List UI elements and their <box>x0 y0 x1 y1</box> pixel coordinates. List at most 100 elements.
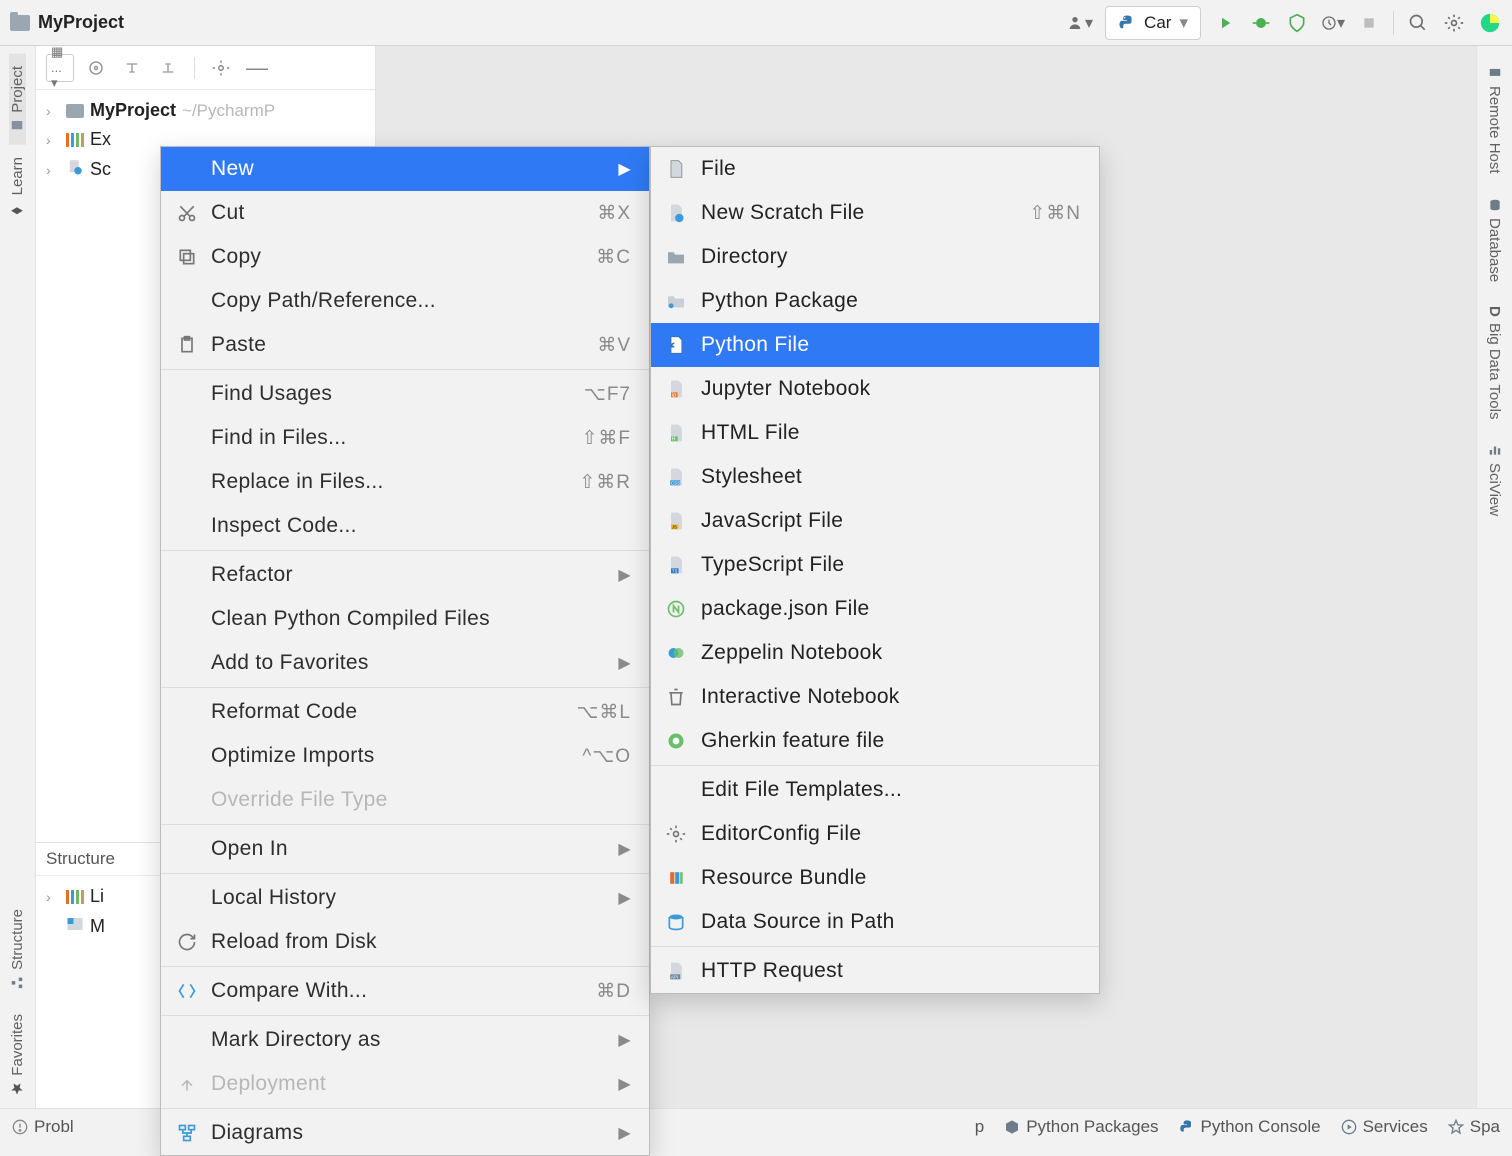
shortcut: ⌥F7 <box>584 383 631 406</box>
sub-item[interactable]: New Scratch File⇧⌘N <box>651 191 1099 235</box>
target-icon[interactable] <box>82 54 110 82</box>
ctx-item[interactable]: Mark Directory as▶ <box>161 1018 649 1062</box>
expand-icon[interactable] <box>118 54 146 82</box>
sub-item[interactable]: Data Source in Path <box>651 900 1099 944</box>
ctx-item[interactable]: Diagrams▶ <box>161 1111 649 1155</box>
shortcut: ⌘D <box>596 980 631 1003</box>
sub-item[interactable]: HHTML File <box>651 411 1099 455</box>
sub-item[interactable]: package.json File <box>651 587 1099 631</box>
profile-icon[interactable]: ▾ <box>1321 11 1345 35</box>
status-problems[interactable]: Probl <box>12 1117 74 1137</box>
ctx-item[interactable]: Reformat Code⌥⌘L <box>161 690 649 734</box>
ctx-item-label: Copy <box>211 245 261 269</box>
sub-item[interactable]: Python File <box>651 323 1099 367</box>
shortcut: ^⌥O <box>582 745 631 768</box>
ctx-item[interactable]: Add to Favorites▶ <box>161 641 649 685</box>
play-icon <box>1341 1119 1357 1135</box>
sub-item-label: Edit File Templates... <box>701 778 902 802</box>
chevron-right-icon: ▶ <box>618 1074 631 1094</box>
tool-learn-tab[interactable]: Learn <box>9 145 26 227</box>
ctx-item[interactable]: Copy⌘C <box>161 235 649 279</box>
ctx-item[interactable]: Find Usages⌥F7 <box>161 372 649 416</box>
sub-item[interactable]: TSTypeScript File <box>651 543 1099 587</box>
run-config-select[interactable]: Car ▾ <box>1105 6 1201 40</box>
sub-item[interactable]: Python Package <box>651 279 1099 323</box>
hide-icon[interactable]: — <box>243 54 271 82</box>
tool-project-tab[interactable]: Project <box>9 54 26 145</box>
tool-structure-tab[interactable]: Structure <box>9 897 26 1002</box>
gear-icon[interactable] <box>207 54 235 82</box>
tool-bigdata-tab[interactable]: DBig Data Tools <box>1486 294 1503 431</box>
folder-icon <box>10 15 30 31</box>
ctx-item[interactable]: Cut ⌘X <box>161 191 649 235</box>
search-icon[interactable] <box>1406 11 1430 35</box>
ctx-item[interactable]: Deployment▶ <box>161 1062 649 1106</box>
svg-text:H: H <box>672 437 676 443</box>
pycharm-logo-icon[interactable] <box>1478 11 1502 35</box>
tool-remote-tab[interactable]: Remote Host <box>1486 54 1503 186</box>
sub-item-label: Zeppelin Notebook <box>701 641 882 665</box>
sub-item[interactable]: APIHTTP Request <box>651 949 1099 993</box>
ctx-item[interactable]: Open In▶ <box>161 827 649 871</box>
sub-item[interactable]: Edit File Templates... <box>651 768 1099 812</box>
gherkin-icon <box>665 730 687 752</box>
file-icon <box>665 158 687 180</box>
ctx-item-label: Cut <box>211 201 245 225</box>
ctx-item[interactable]: New▶ <box>161 147 649 191</box>
stop-icon[interactable] <box>1357 11 1381 35</box>
ctx-item[interactable]: Refactor▶ <box>161 553 649 597</box>
user-icon[interactable]: ▾ <box>1069 11 1093 35</box>
status-packages[interactable]: Python Packages <box>1004 1117 1158 1137</box>
status-item[interactable]: p <box>975 1117 984 1137</box>
ctx-item[interactable]: Paste⌘V <box>161 323 649 367</box>
svg-text:JS: JS <box>672 525 677 530</box>
diagram-icon <box>175 1121 199 1145</box>
sub-item[interactable]: Interactive Notebook <box>651 675 1099 719</box>
project-name: MyProject <box>38 12 124 33</box>
tool-database-tab[interactable]: Database <box>1486 186 1503 294</box>
coverage-icon[interactable] <box>1285 11 1309 35</box>
status-console[interactable]: Python Console <box>1179 1117 1321 1137</box>
ctx-item[interactable]: Reload from Disk <box>161 920 649 964</box>
collapse-icon[interactable] <box>154 54 182 82</box>
compare-icon <box>175 979 199 1003</box>
python-icon <box>1118 14 1136 32</box>
sub-item-label: Gherkin feature file <box>701 729 884 753</box>
shortcut: ⇧⌘R <box>579 471 631 494</box>
sub-item[interactable]: Zeppelin Notebook <box>651 631 1099 675</box>
ctx-item[interactable]: Optimize Imports^⌥O <box>161 734 649 778</box>
tree-project-root[interactable]: › MyProject ~/PycharmP <box>36 96 375 125</box>
sub-item[interactable]: Gherkin feature file <box>651 719 1099 763</box>
ctx-item-label: Compare With... <box>211 979 367 1003</box>
debug-icon[interactable] <box>1249 11 1273 35</box>
sub-item[interactable]: JSJavaScript File <box>651 499 1099 543</box>
tool-favorites-tab[interactable]: Favorites <box>9 1002 26 1108</box>
sub-item-label: Interactive Notebook <box>701 685 900 709</box>
shortcut: ⌘X <box>597 202 631 225</box>
ctx-item[interactable]: Override File Type <box>161 778 649 822</box>
tool-sciview-tab[interactable]: SciView <box>1486 431 1503 528</box>
ctx-item[interactable]: Copy Path/Reference... <box>161 279 649 323</box>
run-icon[interactable] <box>1213 11 1237 35</box>
sub-item[interactable]: CSSStylesheet <box>651 455 1099 499</box>
ctx-item[interactable]: Compare With... ⌘D <box>161 969 649 1013</box>
sub-item[interactable]: Resource Bundle <box>651 856 1099 900</box>
sub-item[interactable]: Directory <box>651 235 1099 279</box>
status-services[interactable]: Services <box>1341 1117 1428 1137</box>
cut-icon <box>175 201 199 225</box>
ctx-item[interactable]: Clean Python Compiled Files <box>161 597 649 641</box>
ctx-item[interactable]: Inspect Code... <box>161 504 649 548</box>
ctx-item[interactable]: Local History▶ <box>161 876 649 920</box>
ctx-item[interactable]: Find in Files...⇧⌘F <box>161 416 649 460</box>
ctx-item-label: Reload from Disk <box>211 930 377 954</box>
libraries-icon <box>66 133 84 147</box>
ctx-item-label: Replace in Files... <box>211 470 384 494</box>
status-item[interactable]: Spa <box>1448 1117 1500 1137</box>
view-mode-icon[interactable]: ▦ ... ▾ <box>46 54 74 82</box>
settings-icon[interactable] <box>1442 11 1466 35</box>
sub-item[interactable]: EditorConfig File <box>651 812 1099 856</box>
chevron-right-icon: ▶ <box>618 1030 631 1050</box>
sub-item[interactable]: ipJupyter Notebook <box>651 367 1099 411</box>
ctx-item[interactable]: Replace in Files... ⇧⌘R <box>161 460 649 504</box>
sub-item[interactable]: File <box>651 147 1099 191</box>
